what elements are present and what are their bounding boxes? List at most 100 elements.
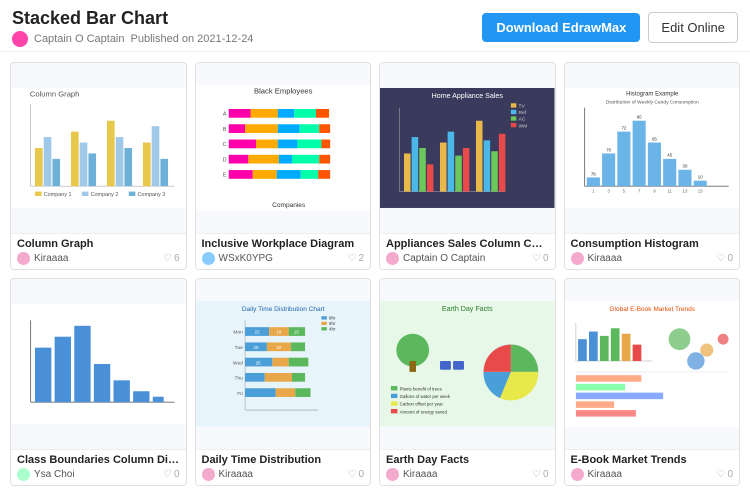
card-class-boundaries[interactable]: Class Boundaries Column Diagram Ysa Choi ♡… <box>10 278 187 486</box>
card-daily-time[interactable]: Daily Time Distribution Chart 8hr 6hr 4h… <box>195 278 372 486</box>
card-preview-consumption-histogram: Histogram Example Distribution of Weekly… <box>565 63 740 233</box>
like-count: ♡6 <box>163 253 180 264</box>
svg-text:80: 80 <box>636 115 641 120</box>
card-author: Kiraaaa <box>571 468 622 481</box>
card-author: Kiraaaa <box>386 468 437 481</box>
like-count: ♡2 <box>347 253 364 264</box>
heart-icon: ♡ <box>163 469 172 480</box>
card-title: Appliances Sales Column Chart <box>386 238 549 250</box>
svg-text:6hr: 6hr <box>329 321 336 326</box>
author-avatar-icon <box>17 468 30 481</box>
svg-text:7b: 7b <box>590 171 595 176</box>
card-footer-consumption-histogram: Consumption Histogram Kiraaaa ♡0 <box>565 233 740 269</box>
card-author-row: Kiraaaa ♡6 <box>17 252 180 265</box>
card-author-row: WSxK0YPG ♡2 <box>202 252 365 265</box>
svg-text:11: 11 <box>667 189 672 194</box>
author-name: Captain O Captain <box>403 253 485 264</box>
card-footer-earth-day: Earth Day FactsKiraaaa♡0 <box>380 449 555 485</box>
like-count: ♡0 <box>716 469 733 480</box>
like-count: ♡0 <box>163 469 180 480</box>
author-avatar-icon <box>17 252 30 265</box>
card-author-row: Kiraaaa ♡0 <box>571 252 734 265</box>
author-avatar <box>12 31 28 47</box>
card-preview-class-boundaries <box>11 279 186 449</box>
author-avatar-icon <box>202 468 215 481</box>
card-earth-day[interactable]: Earth Day Facts Plants benefit of trees … <box>379 278 556 486</box>
card-footer-inclusive-workplace: Inclusive Workplace DiagramWSxK0YPG♡2 <box>196 233 371 269</box>
card-preview-daily-time: Daily Time Distribution Chart 8hr 6hr 4h… <box>196 279 371 449</box>
svg-text:65: 65 <box>652 136 657 141</box>
author-avatar-icon <box>386 252 399 265</box>
card-ebook-market[interactable]: Global E-Book Market Trends E-Book Marke… <box>564 278 741 486</box>
card-footer-appliances-sales: Appliances Sales Column Chart Captain O C… <box>380 233 555 269</box>
card-title: Column Graph <box>17 238 180 250</box>
card-author: Ysa Choi <box>17 468 75 481</box>
author-name: Kiraaaa <box>219 469 253 480</box>
author-avatar-icon <box>202 252 215 265</box>
author-name: Kiraaaa <box>403 469 437 480</box>
svg-text:A: A <box>222 112 226 118</box>
like-count: ♡0 <box>716 253 733 264</box>
svg-text:D: D <box>222 158 226 164</box>
svg-text:45: 45 <box>667 153 672 158</box>
svg-text:Company 2: Company 2 <box>91 192 119 198</box>
svg-text:Earth Day Facts: Earth Day Facts <box>442 305 493 313</box>
svg-text:25: 25 <box>255 361 260 366</box>
svg-text:Tue: Tue <box>234 345 243 351</box>
card-inclusive-workplace[interactable]: Black Employees Companies A B C D E Incl <box>195 62 372 270</box>
svg-text:Plants benefit of trees: Plants benefit of trees <box>400 387 443 392</box>
card-title: Class Boundaries Column Diagram <box>17 454 180 466</box>
svg-text:Fri: Fri <box>237 391 243 397</box>
edit-online-button[interactable]: Edit Online <box>648 12 738 43</box>
card-footer-ebook-market: E-Book Market Trends Kiraaaa ♡0 <box>565 449 740 485</box>
heart-icon: ♡ <box>532 253 541 264</box>
svg-text:B: B <box>222 127 226 133</box>
author-name: Ysa Choi <box>34 469 75 480</box>
svg-text:8hr: 8hr <box>329 316 336 321</box>
card-author: Kiraaaa <box>202 468 253 481</box>
card-appliances-sales[interactable]: Home Appliance Sales TV Ref AC WM Applia… <box>379 62 556 270</box>
card-consumption-histogram[interactable]: Histogram Example Distribution of Weekly… <box>564 62 741 270</box>
heart-icon: ♡ <box>532 469 541 480</box>
card-preview-column-graph: Column Graph Company 1 Company 2 Company… <box>11 63 186 233</box>
card-author: Kiraaaa <box>571 252 622 265</box>
svg-text:Gallons of water per week: Gallons of water per week <box>400 394 451 399</box>
published-date: Published on 2021-12-24 <box>131 33 254 45</box>
card-title: Daily Time Distribution <box>202 454 365 466</box>
card-footer-class-boundaries: Class Boundaries Column Diagram Ysa Choi ♡… <box>11 449 186 485</box>
svg-text:10: 10 <box>697 175 702 180</box>
author-name: Kiraaaa <box>588 469 622 480</box>
author-avatar-icon <box>386 468 399 481</box>
card-footer-daily-time: Daily Time DistributionKiraaaa♡0 <box>196 449 371 485</box>
svg-text:Amount of energy saved: Amount of energy saved <box>400 410 448 415</box>
card-column-graph[interactable]: Column Graph Company 1 Company 2 Company… <box>10 62 187 270</box>
svg-text:Histogram Example: Histogram Example <box>626 92 679 98</box>
svg-text:Thu: Thu <box>234 376 243 382</box>
svg-text:Carbon offset per year: Carbon offset per year <box>400 402 444 407</box>
card-title: E-Book Market Trends <box>571 454 734 466</box>
card-author-row: Kiraaaa ♡0 <box>386 468 549 481</box>
svg-text:30: 30 <box>682 164 687 169</box>
svg-text:22: 22 <box>276 345 281 350</box>
header-right: Download EdrawMax Edit Online <box>482 12 738 43</box>
like-count: ♡0 <box>532 469 549 480</box>
download-button[interactable]: Download EdrawMax <box>482 13 640 42</box>
card-preview-appliances-sales: Home Appliance Sales TV Ref AC WM <box>380 63 555 233</box>
author-name: WSxK0YPG <box>219 253 273 264</box>
svg-text:Global E-Book Market Trends: Global E-Book Market Trends <box>609 306 695 313</box>
svg-text:15: 15 <box>293 330 298 335</box>
svg-text:70: 70 <box>606 147 611 152</box>
card-title: Consumption Histogram <box>571 238 734 250</box>
page-header: Stacked Bar Chart Captain O Captain Publ… <box>0 0 750 52</box>
card-preview-ebook-market: Global E-Book Market Trends <box>565 279 740 449</box>
card-author: Captain O Captain <box>386 252 485 265</box>
svg-text:C: C <box>222 142 226 148</box>
card-author: Kiraaaa <box>17 252 68 265</box>
author-name: Kiraaaa <box>34 253 68 264</box>
svg-text:TV: TV <box>519 104 526 110</box>
heart-icon: ♡ <box>716 253 725 264</box>
svg-text:13: 13 <box>682 189 687 194</box>
svg-text:Ref: Ref <box>519 110 527 116</box>
card-author-row: Ysa Choi ♡0 <box>17 468 180 481</box>
header-meta: Captain O Captain Published on 2021-12-2… <box>12 31 253 47</box>
